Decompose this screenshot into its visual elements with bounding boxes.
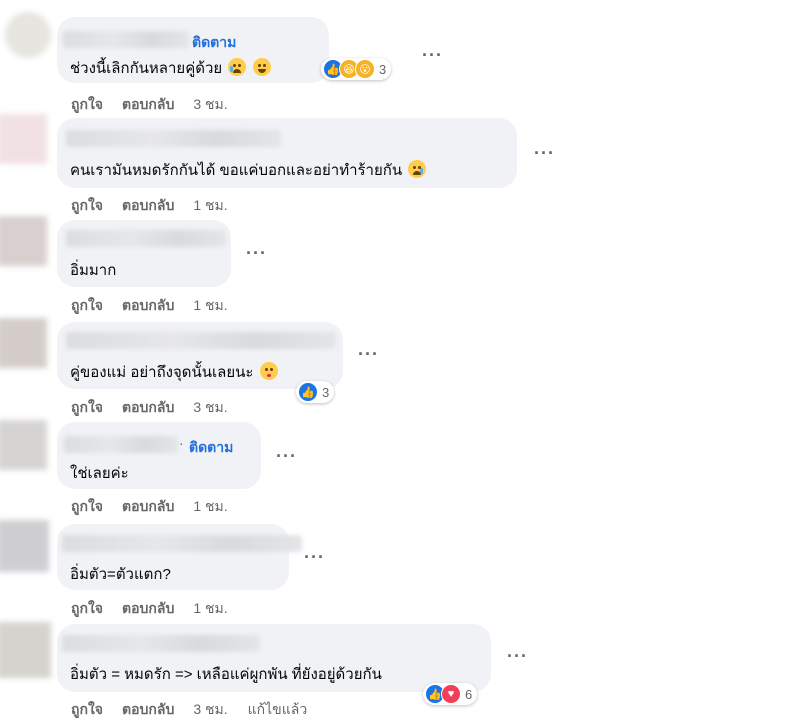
like-button[interactable]: ถูกใจ xyxy=(71,297,103,313)
reply-button[interactable]: ตอบกลับ xyxy=(122,600,174,616)
comment-text: ช่วงนี้เลิกกันหลายคู่ด้วย xyxy=(70,56,271,80)
avatar[interactable] xyxy=(5,12,51,58)
avatar[interactable] xyxy=(0,622,51,678)
reply-button[interactable]: ตอบกลับ xyxy=(122,96,174,112)
like-button[interactable]: ถูกใจ xyxy=(71,197,103,213)
avatar[interactable] xyxy=(0,520,49,572)
reaction-count: 3 xyxy=(322,384,330,400)
reply-button[interactable]: ตอบกลับ xyxy=(122,701,174,717)
comment-actions: ถูกใจ ตอบกลับ 3 ชม. xyxy=(71,397,248,419)
more-options-icon[interactable]: ··· xyxy=(422,46,443,64)
reply-button[interactable]: ตอบกลับ xyxy=(122,197,174,213)
comment-text-content: ช่วงนี้เลิกกันหลายคู่ด้วย xyxy=(70,60,223,77)
separator-dot: · xyxy=(179,435,184,451)
commenter-name-redacted[interactable] xyxy=(64,436,178,453)
avatar[interactable] xyxy=(0,420,47,470)
love-reaction-icon: ♥ xyxy=(441,684,461,704)
comment-text: อิ่มตัว = หมดรัก => เหลือแค่ผูกพัน ที่ยั… xyxy=(70,662,382,686)
timestamp[interactable]: 1 ชม. xyxy=(193,297,227,313)
avatar[interactable] xyxy=(0,318,47,368)
comment-text: คู่ของแม่ อย่าถึงจุดนั้นเลยนะ xyxy=(70,360,278,384)
like-button[interactable]: ถูกใจ xyxy=(71,600,103,616)
comment-text: อิ่มมาก xyxy=(70,258,116,282)
comment-actions: ถูกใจ ตอบกลับ 3 ชม. xyxy=(71,94,248,116)
comment-text-content: คนเรามันหมดรักกันได้ ขอแค่บอกและอย่าทำร้… xyxy=(70,162,403,179)
edited-label[interactable]: แก้ไขแล้ว xyxy=(248,701,308,717)
comment-text: คนเรามันหมดรักกันได้ ขอแค่บอกและอย่าทำร้… xyxy=(70,158,427,182)
timestamp[interactable]: 1 ชม. xyxy=(193,197,227,213)
follow-link[interactable]: ติดตาม xyxy=(192,32,236,54)
like-button[interactable]: ถูกใจ xyxy=(71,701,103,717)
kissing-face-icon xyxy=(259,362,278,380)
more-options-icon[interactable]: ··· xyxy=(246,244,267,262)
commenter-name-redacted[interactable] xyxy=(66,230,226,247)
like-button[interactable]: ถูกใจ xyxy=(71,399,103,415)
reaction-summary[interactable]: 👍 😆 😮 3 xyxy=(321,58,392,80)
comment-actions: ถูกใจ ตอบกลับ 1 ชม. xyxy=(71,295,248,317)
sad-relieved-face-icon xyxy=(408,160,427,178)
commenter-name-redacted[interactable] xyxy=(66,130,281,147)
comment-text-content: อิ่มมาก xyxy=(70,262,117,279)
like-button[interactable]: ถูกใจ xyxy=(71,96,103,112)
commenter-name-redacted[interactable] xyxy=(62,535,302,552)
follow-link[interactable]: ติดตาม xyxy=(189,437,233,459)
timestamp[interactable]: 1 ชม. xyxy=(193,498,227,514)
comment-text: อิ่มตัว=ตัวแตก? xyxy=(70,562,171,586)
comment-actions: ถูกใจ ตอบกลับ 1 ชม. xyxy=(71,195,248,217)
reaction-count: 6 xyxy=(465,686,473,702)
like-button[interactable]: ถูกใจ xyxy=(71,498,103,514)
comment-text-content: อิ่มตัว=ตัวแตก? xyxy=(70,566,171,583)
like-reaction-icon: 👍 xyxy=(298,382,318,402)
comment-actions: ถูกใจ ตอบกลับ 1 ชม. xyxy=(71,598,248,620)
timestamp[interactable]: 3 ชม. xyxy=(193,701,227,717)
more-options-icon[interactable]: ··· xyxy=(358,345,379,363)
comment-text-content: ใช่เลยค่ะ xyxy=(70,465,129,482)
wow-reaction-icon: 😮 xyxy=(355,59,375,79)
commenter-name-redacted[interactable] xyxy=(63,31,189,48)
more-options-icon[interactable]: ··· xyxy=(534,144,555,162)
comment-text-content: คู่ของแม่ อย่าถึงจุดนั้นเลยนะ xyxy=(70,364,254,381)
reaction-count: 3 xyxy=(379,61,387,77)
comment-text-content: อิ่มตัว = หมดรัก => เหลือแค่ผูกพัน ที่ยั… xyxy=(70,666,382,683)
avatar[interactable] xyxy=(0,114,47,164)
timestamp[interactable]: 3 ชม. xyxy=(193,399,227,415)
timestamp[interactable]: 3 ชม. xyxy=(193,96,227,112)
timestamp[interactable]: 1 ชม. xyxy=(193,600,227,616)
grinning-face-icon xyxy=(252,58,271,76)
comment-actions: ถูกใจ ตอบกลับ 3 ชม. แก้ไขแล้ว xyxy=(71,699,326,721)
more-options-icon[interactable]: ··· xyxy=(304,548,325,566)
reply-button[interactable]: ตอบกลับ xyxy=(122,498,174,514)
reaction-summary[interactable]: 👍 3 xyxy=(296,381,335,403)
more-options-icon[interactable]: ··· xyxy=(507,647,528,665)
commenter-name-redacted[interactable] xyxy=(62,635,260,652)
more-options-icon[interactable]: ··· xyxy=(276,447,297,465)
reaction-summary[interactable]: 👍 ♥ 6 xyxy=(423,683,478,705)
crying-face-icon xyxy=(228,58,247,76)
reply-button[interactable]: ตอบกลับ xyxy=(122,297,174,313)
comment-text: ใช่เลยค่ะ xyxy=(70,461,129,485)
avatar[interactable] xyxy=(0,216,47,266)
comment-actions: ถูกใจ ตอบกลับ 1 ชม. xyxy=(71,496,248,518)
commenter-name-redacted[interactable] xyxy=(66,332,336,349)
reply-button[interactable]: ตอบกลับ xyxy=(122,399,174,415)
